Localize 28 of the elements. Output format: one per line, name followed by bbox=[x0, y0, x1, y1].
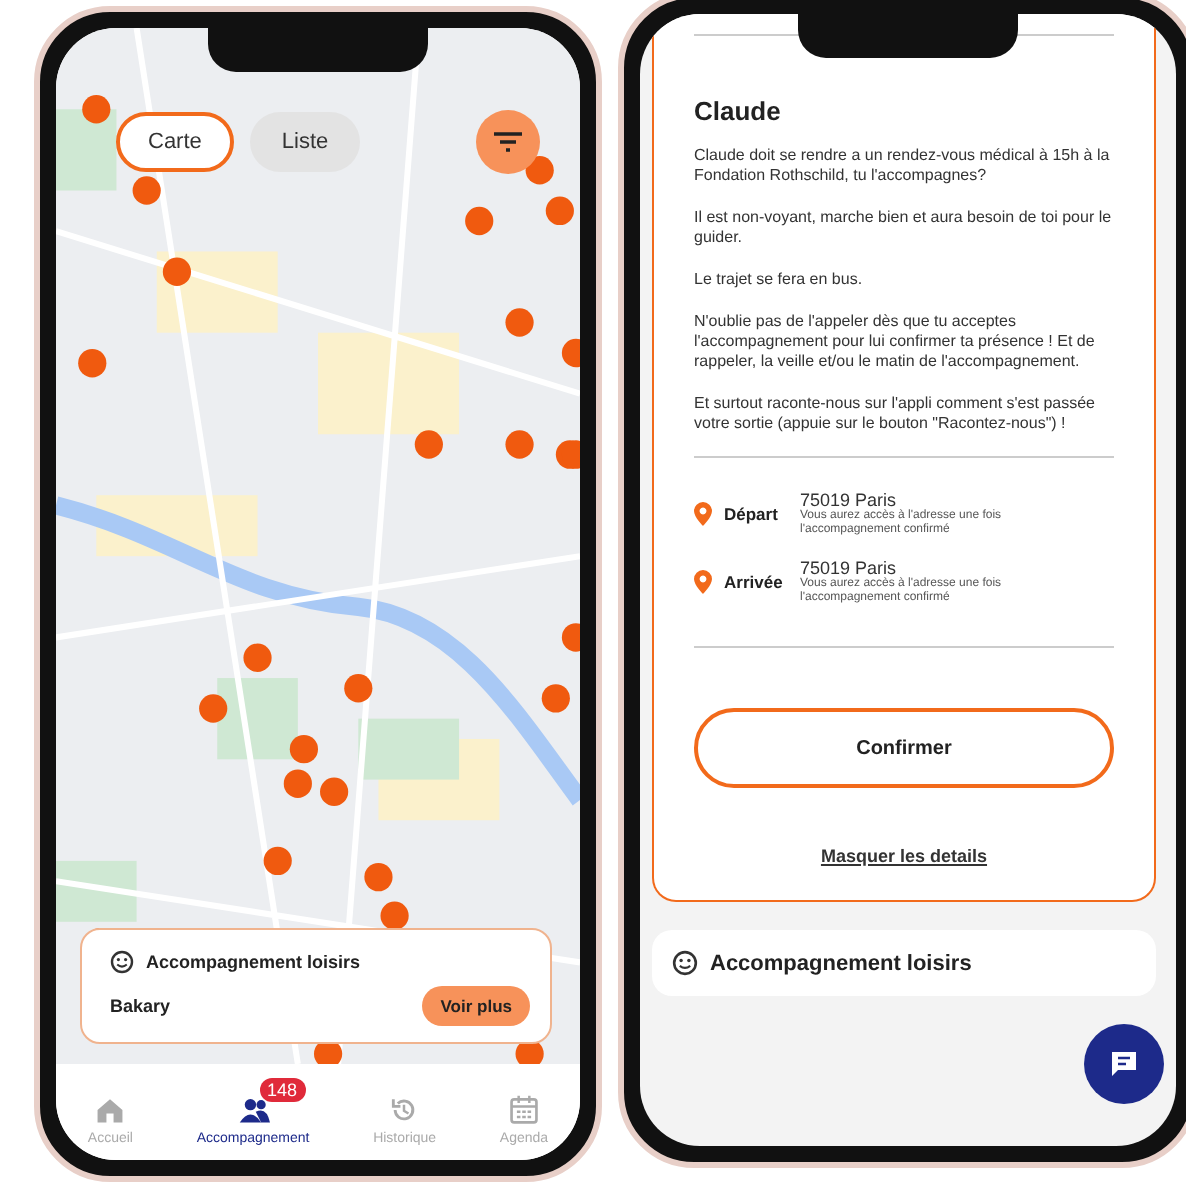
description-text: Il est non-voyant, marche bien et aura besoin de toi pour le guider. bbox=[694, 208, 1114, 248]
chat-icon bbox=[1108, 1048, 1140, 1080]
place-label: Départ bbox=[724, 504, 780, 524]
calendar-icon bbox=[507, 1094, 540, 1126]
confirm-button[interactable]: Confirmer bbox=[694, 708, 1114, 788]
see-more-button[interactable]: Voir plus bbox=[422, 986, 530, 1026]
people-icon bbox=[237, 1094, 270, 1126]
card-title: Accompagnement loisirs bbox=[146, 952, 361, 972]
card-title: Accompagnement loisirs bbox=[710, 951, 972, 975]
city-text: 75019 Paris bbox=[800, 490, 898, 510]
chat-button[interactable] bbox=[1084, 1024, 1164, 1104]
smiley-icon bbox=[110, 950, 134, 974]
hide-details-link[interactable]: Masquer les details bbox=[808, 844, 1000, 868]
place-label: Arrivée bbox=[724, 572, 785, 592]
description-text: Le trajet se fera en bus. bbox=[694, 270, 865, 290]
filter-icon bbox=[492, 130, 524, 154]
person-name: Claude bbox=[694, 96, 783, 126]
city-text: 75019 Paris bbox=[800, 558, 898, 578]
person-name: Bakary bbox=[110, 996, 171, 1016]
view-tab[interactable]: Carte bbox=[116, 112, 234, 172]
location-pin-icon bbox=[694, 570, 712, 594]
count-badge: 148 bbox=[259, 1078, 306, 1102]
home-icon bbox=[94, 1094, 127, 1126]
description-text: Claude doit se rendre a un rendez-vous médical à 15h à la Fondation Rothschild, tu l'accompagnes? bbox=[694, 146, 1112, 186]
smiley-icon bbox=[672, 950, 698, 976]
description-text: N'oublie pas de l'appeler dès que tu acceptes l'accompagnement pour lui confirmer ta présence ! Et de rappeler, la veille et/ou le matin de l'accompagnement. bbox=[694, 312, 1097, 372]
description-text: Et surtout raconte-nous sur l'appli comment s'est passée votre sortie (appuie sur le bouton "Racontez-nous") ! bbox=[694, 394, 1097, 434]
location-pin-icon bbox=[694, 502, 712, 526]
